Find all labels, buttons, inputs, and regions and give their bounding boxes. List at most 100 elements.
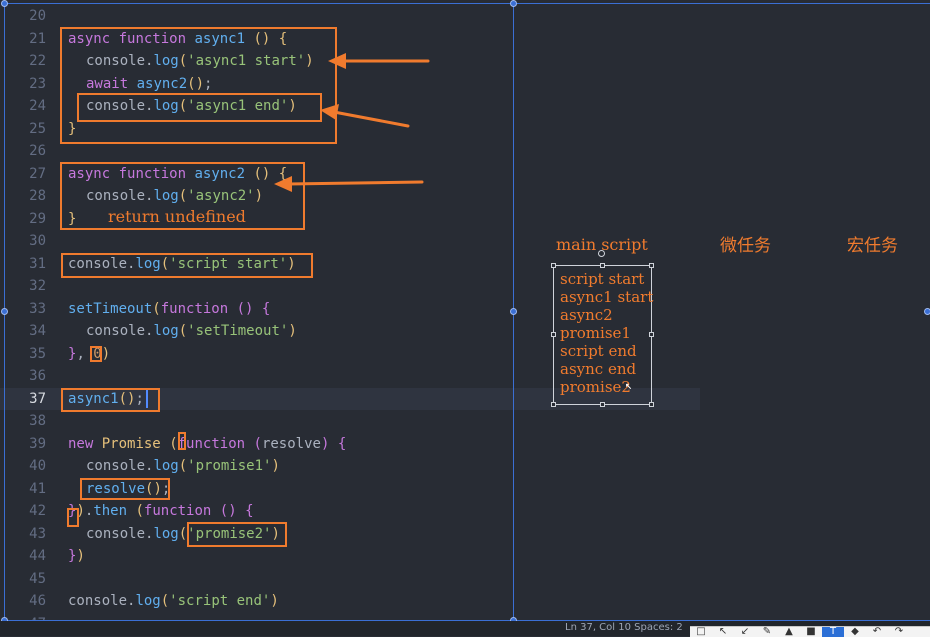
- code-text[interactable]: async function async2 () {: [68, 163, 287, 186]
- code-line[interactable]: 24 console.log('async1 end'): [0, 95, 700, 118]
- code-line[interactable]: 38: [0, 410, 700, 433]
- code-line[interactable]: 39 new Promise (function (resolve) {: [0, 433, 700, 456]
- line-number: 26: [29, 143, 46, 159]
- code-line[interactable]: 41 resolve();: [0, 478, 700, 501]
- resize-handle-bottom[interactable]: [600, 402, 605, 407]
- output-line: promise2: [560, 378, 631, 396]
- rotate-handle[interactable]: [598, 250, 605, 257]
- code-line[interactable]: 43 console.log('promise2'): [0, 523, 700, 546]
- code-text[interactable]: }): [68, 545, 85, 568]
- code-token: console.: [86, 323, 154, 339]
- code-token: (: [135, 503, 144, 519]
- line-number: 29: [29, 210, 46, 227]
- line-number: 27: [29, 165, 46, 182]
- code-token: (: [178, 323, 188, 339]
- code-token: ): [271, 525, 280, 542]
- code-text[interactable]: }, 0): [68, 343, 110, 366]
- mouse-cursor-icon: ↖: [625, 378, 633, 392]
- line-number: 30: [29, 233, 46, 249]
- code-token: 'async1 start': [187, 53, 306, 69]
- code-token: (): [253, 30, 271, 47]
- resize-handle-tr[interactable]: [649, 263, 654, 268]
- code-token: }: [68, 210, 77, 227]
- code-token: (): [118, 390, 136, 407]
- code-token: ;: [204, 75, 213, 92]
- code-text[interactable]: console.log('script end'): [68, 590, 279, 613]
- line-number: 39: [29, 435, 46, 452]
- frame-handle-right[interactable]: [924, 308, 930, 315]
- frame-handle-top[interactable]: [510, 0, 517, 7]
- code-line[interactable]: 42 }).then (function () {: [0, 500, 700, 523]
- code-token: (): [253, 165, 271, 182]
- code-line[interactable]: 28 console.log('async2'): [0, 185, 700, 208]
- line-number: 42: [29, 503, 46, 519]
- resize-handle-bl[interactable]: [551, 402, 556, 407]
- frame-handle-left[interactable]: [1, 308, 8, 315]
- code-text[interactable]: }).then (function () {: [68, 500, 254, 523]
- code-line[interactable]: 46 console.log('script end'): [0, 590, 700, 613]
- code-token: console.: [86, 98, 154, 114]
- code-text[interactable]: console.log('async1 end'): [68, 95, 297, 118]
- code-text[interactable]: console.log('script start'): [68, 253, 296, 276]
- line-number: 46: [29, 593, 46, 609]
- code-token: (): [236, 300, 254, 317]
- code-text[interactable]: new Promise (function (resolve) {: [68, 433, 346, 456]
- code-line[interactable]: 45: [0, 568, 700, 591]
- code-line[interactable]: 26: [0, 140, 700, 163]
- code-token: {: [278, 30, 288, 47]
- output-order-list[interactable]: script start async1 start async2 promise1 sc…: [560, 270, 655, 396]
- output-line: async2: [560, 306, 613, 324]
- code-token: log: [153, 525, 179, 542]
- code-text[interactable]: setTimeout(function () {: [68, 298, 270, 321]
- code-line[interactable]: 29}: [0, 208, 700, 231]
- resize-handle-tl[interactable]: [551, 263, 556, 268]
- resize-handle-br[interactable]: [649, 402, 654, 407]
- code-token: (: [178, 458, 188, 474]
- code-text[interactable]: await async2();: [68, 73, 212, 96]
- code-token: await: [86, 75, 129, 92]
- code-text[interactable]: console.log('async1 start'): [68, 50, 314, 73]
- code-text[interactable]: console.log('async2'): [68, 185, 263, 208]
- frame-handle-top-left[interactable]: [1, 0, 8, 7]
- code-token: ;: [135, 390, 144, 407]
- code-text[interactable]: }: [68, 118, 76, 141]
- microtask-label: 微任务: [720, 236, 771, 256]
- code-line[interactable]: 23 await async2();: [0, 73, 700, 96]
- line-number: 44: [29, 548, 46, 564]
- code-token: ): [288, 98, 297, 114]
- code-text[interactable]: async function async1 () {: [68, 28, 287, 51]
- line-number: 40: [29, 458, 46, 474]
- code-line[interactable]: 40 console.log('promise1'): [0, 455, 700, 478]
- code-text[interactable]: console.log('setTimeout'): [68, 320, 297, 343]
- annotation-toolbar[interactable]: □ ↖ ↙ ✎ ▲ ■ T ◆ ↶ ↷: [690, 626, 930, 637]
- code-line[interactable]: 22 console.log('async1 start'): [0, 50, 700, 73]
- code-text[interactable]: console.log('promise1'): [68, 455, 280, 478]
- line-number: 28: [29, 188, 46, 204]
- code-token: {: [245, 503, 254, 519]
- output-line: script start: [560, 270, 645, 288]
- frame-handle-middle[interactable]: [510, 308, 517, 315]
- code-text[interactable]: console.log('promise2'): [68, 523, 280, 546]
- code-token: ,: [76, 345, 94, 362]
- code-line[interactable]: 27 async function async2 () {: [0, 163, 700, 186]
- code-text[interactable]: async1();: [68, 388, 148, 411]
- code-line[interactable]: 25}: [0, 118, 700, 141]
- code-editor[interactable]: 20 21 async function async1 () {22 console.…: [0, 0, 930, 636]
- code-token: ): [254, 188, 264, 204]
- line-number: 45: [29, 570, 46, 587]
- code-line[interactable]: 20: [0, 5, 700, 28]
- code-text[interactable]: resolve();: [68, 478, 170, 501]
- code-token: 'async2': [187, 188, 255, 204]
- code-token: (: [178, 525, 188, 542]
- cursor-position[interactable]: Ln 37, Col 10 Spaces: 2: [565, 622, 683, 633]
- code-text[interactable]: }: [68, 208, 76, 231]
- line-number: 34: [29, 323, 46, 339]
- code-token: function: [177, 435, 246, 452]
- line-number: 41: [29, 480, 46, 497]
- resize-handle-left[interactable]: [551, 332, 556, 337]
- resize-handle-top[interactable]: [600, 263, 605, 268]
- code-line[interactable]: 44}): [0, 545, 700, 568]
- code-line[interactable]: 21 async function async1 () {: [0, 28, 700, 51]
